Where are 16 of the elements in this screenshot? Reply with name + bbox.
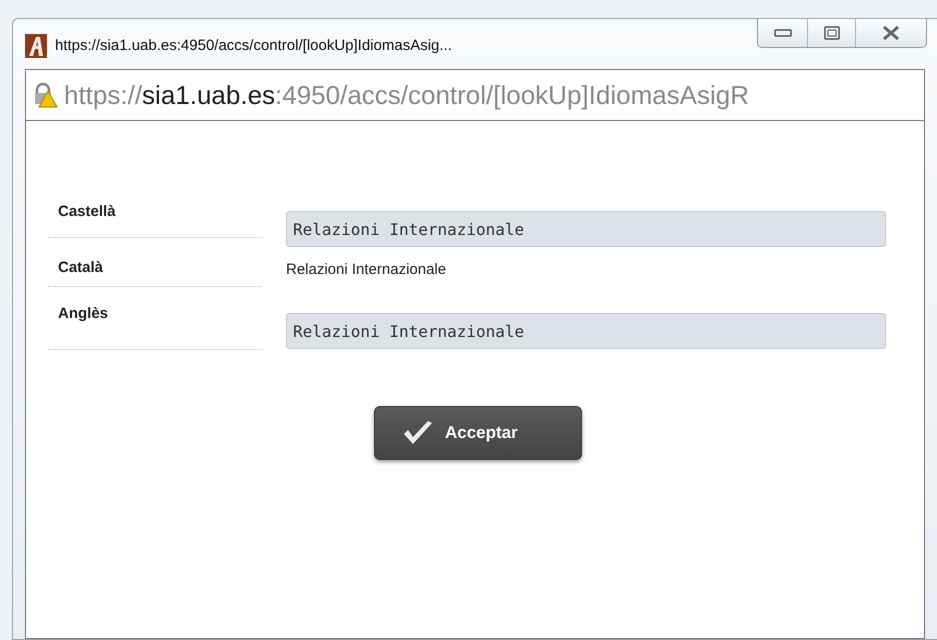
close-icon — [881, 25, 901, 41]
input-field[interactable]: Relazioni Internazionale — [286, 211, 886, 247]
field-value: Relazioni Internazionale — [286, 261, 446, 278]
field-label: Castellà — [48, 185, 262, 238]
lock-warning-icon — [32, 82, 58, 108]
field-label: Anglès — [48, 287, 262, 350]
accept-button[interactable]: Acceptar — [374, 406, 582, 460]
app-logo-icon — [25, 34, 47, 58]
minimize-button[interactable] — [758, 19, 808, 47]
input-field[interactable]: Relazioni Internazionale — [286, 313, 886, 349]
window-title: https://sia1.uab.es:4950/accs/control/[lookUp]IdiomasAsig... — [55, 37, 452, 54]
maximize-button[interactable] — [808, 19, 856, 47]
close-button[interactable] — [856, 19, 926, 47]
field-label: Català — [48, 247, 262, 287]
minimize-icon — [774, 29, 792, 37]
maximize-icon — [824, 26, 840, 40]
